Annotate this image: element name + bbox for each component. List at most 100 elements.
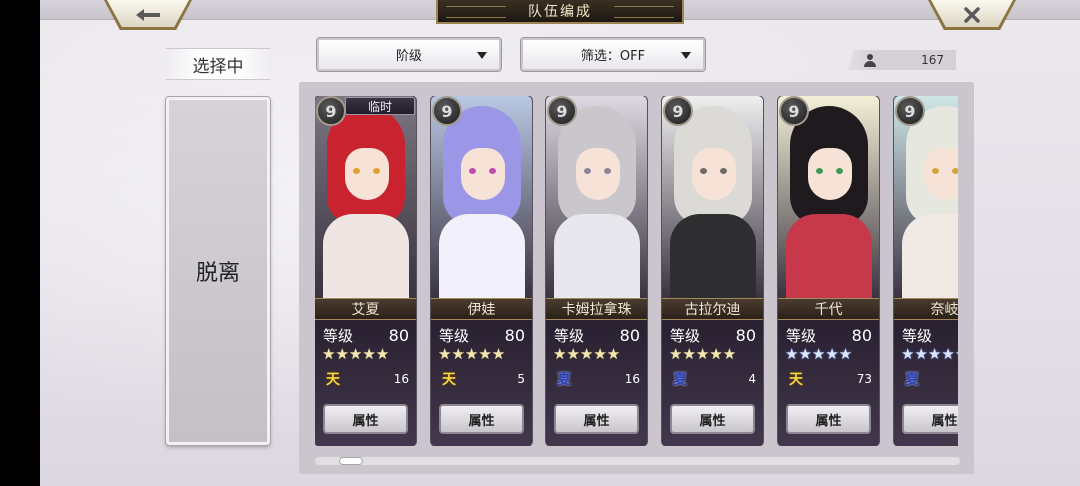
- sky-element-icon: 天: [326, 372, 340, 388]
- level-row: 等级 80: [670, 325, 756, 345]
- portrait-eye: [604, 168, 611, 174]
- character-portrait: [662, 96, 763, 304]
- attribute-button[interactable]: 属性: [902, 404, 958, 434]
- level-value: 80: [735, 325, 756, 345]
- attribute-count: 4: [748, 372, 756, 386]
- character-name: 卡姆拉拿珠: [546, 298, 647, 320]
- level-label: 等级: [902, 326, 933, 345]
- level-label: 等级: [786, 326, 817, 345]
- page-title: 队伍编成: [436, 0, 684, 24]
- attribute-button[interactable]: 属性: [439, 404, 524, 434]
- portrait-eye: [373, 168, 380, 174]
- portrait-face: [808, 148, 852, 200]
- character-card[interactable]: 9 卡姆拉拿珠等级 80 ★★★★★ 夏 16 属性: [546, 96, 647, 446]
- key-icon: 9: [895, 96, 925, 126]
- portrait-eye: [469, 168, 476, 174]
- level-label: 等级: [439, 326, 470, 345]
- stat-panel: 等级 80 ★★★★★ 夏 16 属性: [546, 320, 647, 446]
- chevron-down-icon: [477, 52, 487, 59]
- character-card[interactable]: 9 临时 艾夏 等级 80 ★★★★★ 天 16 属性: [315, 96, 416, 446]
- level-row: 等级 80: [323, 325, 409, 345]
- character-name: 千代: [778, 298, 879, 320]
- character-card[interactable]: 9 奈岐等级★★★★★ 夏属性: [894, 96, 958, 446]
- chevron-down-icon: [681, 52, 691, 59]
- portrait-eye: [353, 168, 360, 174]
- portrait-face: [345, 148, 389, 200]
- key-icon: 9: [663, 96, 693, 126]
- roster-count: 167: [848, 50, 956, 70]
- level-value: 80: [851, 325, 872, 345]
- rarity-stars: ★★★★★: [438, 345, 506, 363]
- game-screen: 队伍编成 选择中 脱离 阶级 筛选：OFF 167 9 临时 艾夏 等级 80 ★★★★★…: [40, 0, 1080, 486]
- level-row: 等级 80: [554, 325, 640, 345]
- attribute-button[interactable]: 属性: [554, 404, 639, 434]
- rarity-stars: ★★★★★: [553, 345, 621, 363]
- attribute-button[interactable]: 属性: [786, 404, 871, 434]
- portrait-face: [576, 148, 620, 200]
- scrollbar-thumb[interactable]: [339, 457, 363, 465]
- attribute-row: 天 73: [786, 368, 872, 390]
- attribute-row: 夏 16: [554, 368, 640, 390]
- character-portrait: [894, 96, 958, 304]
- attribute-count: 16: [393, 372, 409, 386]
- attribute-row: 夏4: [670, 368, 756, 390]
- portrait-outfit: [786, 214, 872, 304]
- portrait-eye: [932, 168, 939, 174]
- level-row: 等级 80: [439, 325, 525, 345]
- sky-element-icon: 天: [442, 372, 456, 388]
- stat-panel: 等级★★★★★ 夏属性: [894, 320, 958, 446]
- character-card[interactable]: 9 伊娃 等级 80 ★★★★★ 天 5 属性: [431, 96, 532, 446]
- rank-sort-dropdown[interactable]: 阶级: [317, 38, 501, 71]
- character-card-strip[interactable]: 9 临时 艾夏 等级 80 ★★★★★ 天 16 属性 9 伊娃 等级 80 ★★★★★ 天 5 属性 9 卡姆拉拿…: [315, 96, 958, 446]
- leave-slot-button[interactable]: 脱离: [165, 96, 271, 446]
- attribute-button[interactable]: 属性: [670, 404, 755, 434]
- portrait-eye: [952, 168, 958, 174]
- attribute-count: 5: [517, 372, 525, 386]
- portrait-outfit: [670, 214, 756, 304]
- person-icon: [864, 53, 876, 67]
- character-portrait: [315, 96, 416, 304]
- character-card[interactable]: 9 千代 等级 80 ★★★★★ 天 73 属性: [778, 96, 879, 446]
- filter-label: 筛选：OFF: [580, 49, 646, 64]
- rarity-stars: ★★★★★: [785, 345, 853, 363]
- portrait-eye: [720, 168, 727, 174]
- key-icon: 9: [547, 96, 577, 126]
- portrait-outfit: [554, 214, 640, 304]
- key-icon: 9: [316, 96, 346, 126]
- stat-panel: 等级 80 ★★★★★ 夏 4 属性: [662, 320, 763, 446]
- portrait-face: [692, 148, 736, 200]
- level-row: 等级: [902, 326, 958, 345]
- level-label: 等级: [670, 326, 701, 345]
- level-value: 80: [388, 325, 409, 345]
- stat-panel: 等级 80 ★★★★★ 天 16 属性: [315, 320, 416, 446]
- back-button[interactable]: [104, 0, 192, 30]
- roster-count-value: 167: [921, 53, 944, 67]
- portrait-face: [924, 148, 958, 200]
- horizontal-scrollbar[interactable]: [315, 457, 960, 465]
- character-portrait: [778, 96, 879, 304]
- character-card[interactable]: 9 古拉尔迪 等级 80 ★★★★★ 夏 4 属性: [662, 96, 763, 446]
- level-value: 80: [504, 325, 525, 345]
- portrait-eye: [584, 168, 591, 174]
- close-button[interactable]: [928, 0, 1016, 30]
- summer-element-icon: 夏: [557, 372, 571, 388]
- sky-element-icon: 天: [789, 372, 803, 388]
- rank-sort-label: 阶级: [395, 49, 422, 64]
- attribute-button[interactable]: 属性: [323, 404, 408, 434]
- portrait-eye: [836, 168, 843, 174]
- summer-element-icon: 夏: [673, 372, 687, 388]
- temporary-tag: 临时: [345, 97, 415, 115]
- attribute-row: 天5: [439, 368, 525, 390]
- selecting-label: 选择中: [166, 48, 270, 80]
- character-name: 艾夏: [315, 298, 416, 320]
- level-label: 等级: [554, 326, 585, 345]
- rarity-stars: ★★★★★: [669, 345, 737, 363]
- portrait-outfit: [439, 214, 525, 304]
- level-row: 等级 80: [786, 325, 872, 345]
- filter-dropdown[interactable]: 筛选：OFF: [521, 38, 705, 71]
- character-name: 伊娃: [431, 298, 532, 320]
- leave-label: 脱离: [195, 261, 240, 286]
- stat-panel: 等级 80 ★★★★★ 天 5 属性: [431, 320, 532, 446]
- character-name: 古拉尔迪: [662, 298, 763, 320]
- level-value: 80: [619, 325, 640, 345]
